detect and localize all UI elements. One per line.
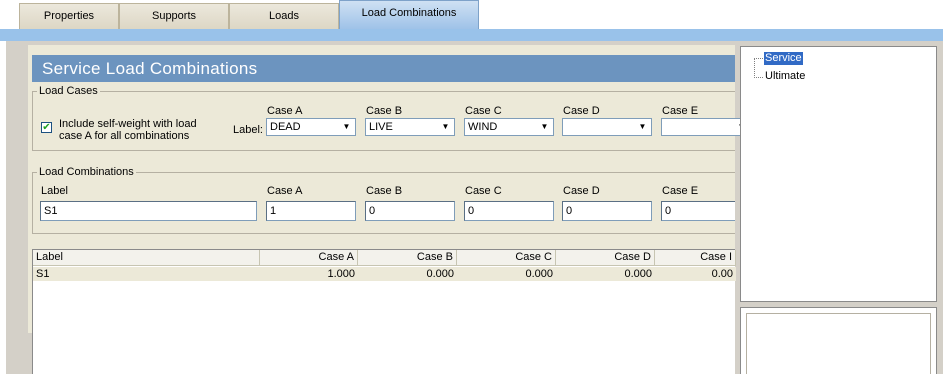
load-case-header-c: Case C: [465, 105, 502, 117]
tab-content-strip: [0, 29, 943, 41]
column-header-case-a[interactable]: Case A: [260, 250, 358, 266]
tab-properties[interactable]: Properties: [19, 3, 119, 30]
load-case-header-b: Case B: [366, 105, 403, 117]
load-case-header-d: Case D: [563, 105, 600, 117]
case-label-prefix: Label:: [233, 124, 263, 136]
tree-connector: [754, 58, 763, 59]
combination-header-d: Case D: [563, 185, 600, 197]
combination-case-e-input[interactable]: [661, 201, 735, 221]
tree-item-service[interactable]: Service: [764, 52, 803, 65]
case-b-dropdown[interactable]: LIVE ▼: [365, 118, 455, 136]
chevron-down-icon[interactable]: ▼: [438, 120, 453, 134]
chevron-down-icon[interactable]: ▼: [537, 120, 552, 134]
case-b-value: LIVE: [369, 121, 393, 133]
table-row[interactable]: S1 1.000 0.000 0.000 0.000 0.00: [33, 267, 736, 281]
tab-bar: Properties Supports Loads Load Combinati…: [0, 0, 943, 30]
combination-header-c: Case C: [465, 185, 502, 197]
table-cell-case-c: 0.000: [525, 268, 553, 280]
case-d-dropdown[interactable]: ▼: [562, 118, 652, 136]
combination-label-header: Label: [41, 185, 68, 197]
combination-case-d-input[interactable]: [562, 201, 652, 221]
case-a-dropdown[interactable]: DEAD ▼: [266, 118, 356, 136]
table-cell-case-a: 1.000: [327, 268, 355, 280]
combination-header-b: Case B: [366, 185, 403, 197]
self-weight-label-line2: case A for all combinations: [59, 130, 190, 142]
load-combinations-group-title: Load Combinations: [37, 165, 136, 179]
load-case-header-a: Case A: [267, 105, 303, 117]
tab-supports[interactable]: Supports: [119, 3, 229, 30]
chevron-down-icon[interactable]: ▼: [339, 120, 354, 134]
table-cell-case-b: 0.000: [426, 268, 454, 280]
column-header-case-d[interactable]: Case D: [556, 250, 655, 266]
tab-load-combinations[interactable]: Load Combinations: [339, 0, 479, 30]
load-cases-group-title: Load Cases: [37, 84, 100, 98]
column-header-case-b[interactable]: Case B: [358, 250, 457, 266]
details-inner: [746, 313, 931, 374]
case-c-dropdown[interactable]: WIND ▼: [464, 118, 554, 136]
tree-connector: [754, 58, 755, 78]
case-c-value: WIND: [468, 121, 498, 133]
column-header-case-e[interactable]: Case I: [655, 250, 736, 266]
combinations-table[interactable]: Label Case A Case B Case C Case D Case I…: [32, 249, 736, 374]
table-cell-label: S1: [36, 268, 50, 280]
combination-header-a: Case A: [267, 185, 303, 197]
column-header-case-c[interactable]: Case C: [457, 250, 556, 266]
case-a-value: DEAD: [270, 121, 301, 133]
table-header: Label Case A Case B Case C Case D Case I: [33, 250, 736, 266]
check-mark-icon: ✔: [42, 122, 51, 133]
details-panel: [740, 307, 937, 374]
table-cell-case-e: 0.00: [711, 268, 733, 280]
chevron-down-icon[interactable]: ▼: [635, 120, 650, 134]
table-cell-case-d: 0.000: [624, 268, 652, 280]
combination-case-c-input[interactable]: [464, 201, 554, 221]
combination-case-a-input[interactable]: [266, 201, 356, 221]
tree-item-ultimate[interactable]: Ultimate: [764, 70, 806, 83]
tab-loads[interactable]: Loads: [229, 3, 339, 30]
combination-tree[interactable]: Service Ultimate: [740, 46, 937, 302]
combination-header-e: Case E: [662, 185, 699, 197]
case-e-dropdown[interactable]: ▼: [661, 118, 751, 136]
column-header-label[interactable]: Label: [33, 250, 260, 266]
load-case-header-e: Case E: [662, 105, 699, 117]
tree-connector: [754, 77, 763, 78]
page-title: Service Load Combinations: [32, 55, 735, 82]
combination-case-b-input[interactable]: [365, 201, 455, 221]
combination-label-input[interactable]: [40, 201, 257, 221]
self-weight-checkbox[interactable]: ✔: [41, 122, 52, 133]
